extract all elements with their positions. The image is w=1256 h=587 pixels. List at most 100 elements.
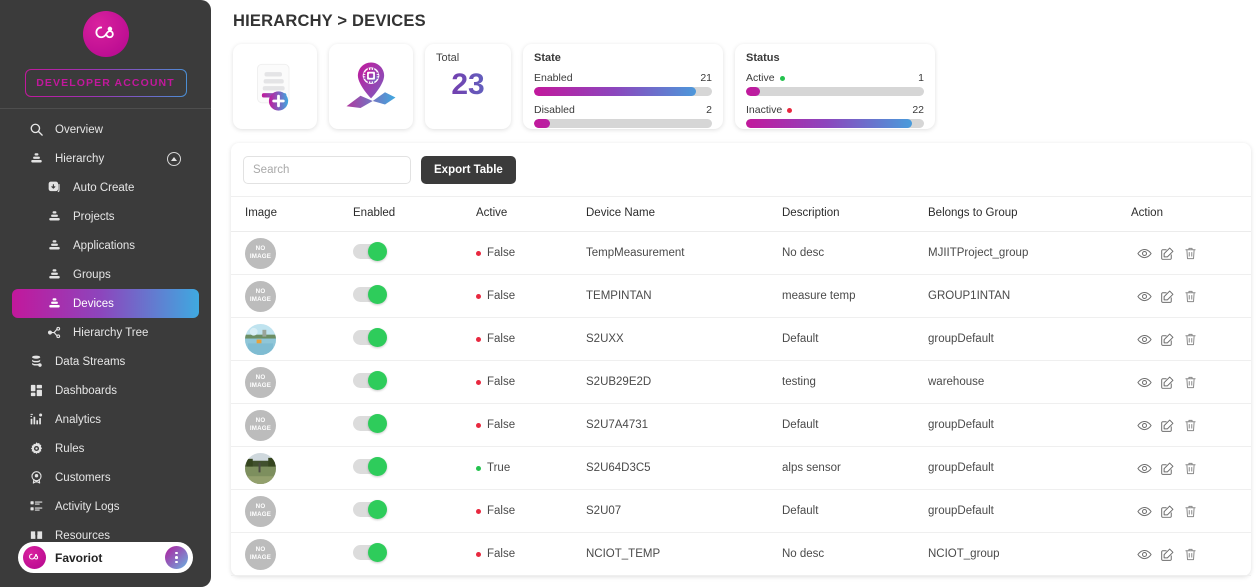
enabled-toggle[interactable] xyxy=(353,543,387,562)
cell-device-name: S2UXX xyxy=(586,317,782,361)
sidebar-item-activity-logs[interactable]: Activity Logs xyxy=(12,492,199,521)
trash-icon[interactable] xyxy=(1183,547,1198,562)
sidebar-item-overview[interactable]: Overview xyxy=(12,115,199,144)
cell-active: True xyxy=(476,446,586,490)
sidebar-item-projects[interactable]: Projects xyxy=(12,202,199,231)
edit-icon[interactable] xyxy=(1160,547,1175,562)
sidebar-item-dashboards[interactable]: Dashboards xyxy=(12,376,199,405)
cell-device-name: S2UB29E2D xyxy=(586,360,782,404)
sidebar-item-rules[interactable]: Rules xyxy=(12,434,199,463)
hierarchy-icon xyxy=(46,266,63,283)
cell-description: Default xyxy=(782,403,928,447)
active-status-dot xyxy=(476,293,481,299)
eye-icon[interactable] xyxy=(1137,418,1152,433)
edit-icon[interactable] xyxy=(1160,461,1175,476)
sidebar-item-applications[interactable]: Applications xyxy=(12,231,199,260)
status-active-fill xyxy=(746,87,761,96)
cell-image: NO IMAGE xyxy=(231,274,353,318)
cell-device-name: TempMeasurement xyxy=(586,231,782,275)
state-enabled-value: 21 xyxy=(700,72,712,84)
sidebar-item-label: Customers xyxy=(55,471,111,484)
status-card-title: Status xyxy=(746,52,780,64)
active-status-dot xyxy=(476,508,481,514)
add-device-card[interactable] xyxy=(233,44,317,129)
enabled-toggle[interactable] xyxy=(353,328,387,347)
sidebar-item-label: Analytics xyxy=(55,413,102,426)
gear-icon xyxy=(28,440,45,457)
status-row-active: Active 1 xyxy=(746,72,924,96)
enabled-toggle[interactable] xyxy=(353,371,387,390)
table-row: NO IMAGE False TempMeasurement No desc MJIITP… xyxy=(231,231,1251,275)
sidebar-item-auto-create[interactable]: Auto Create xyxy=(12,173,199,202)
edit-icon[interactable] xyxy=(1160,246,1175,261)
sidebar-item-label: Groups xyxy=(73,268,111,281)
cell-active: False xyxy=(476,360,586,404)
analytics-icon xyxy=(28,411,45,428)
cell-description: No desc xyxy=(782,532,928,576)
eye-icon[interactable] xyxy=(1137,504,1152,519)
sidebar-item-hierarchy-tree[interactable]: Hierarchy Tree xyxy=(12,318,199,347)
customers-icon xyxy=(28,469,45,486)
status-active-text: Active xyxy=(746,72,775,84)
cell-active: False xyxy=(476,489,586,533)
edit-icon[interactable] xyxy=(1160,418,1175,433)
enabled-toggle[interactable] xyxy=(353,285,387,304)
enabled-toggle[interactable] xyxy=(353,242,387,261)
enabled-toggle[interactable] xyxy=(353,414,387,433)
table-row: NO IMAGE False NCIOT_TEMP No desc NCIOT_group xyxy=(231,532,1251,576)
sidebar-item-hierarchy[interactable]: Hierarchy xyxy=(12,144,199,173)
chevron-up-icon[interactable] xyxy=(167,151,181,166)
trash-icon[interactable] xyxy=(1183,461,1198,476)
cell-device-name: TEMPINTAN xyxy=(586,274,782,318)
eye-icon[interactable] xyxy=(1137,375,1152,390)
map-pin-chip-icon xyxy=(346,62,396,108)
device-map-card[interactable] xyxy=(329,44,413,129)
eye-icon[interactable] xyxy=(1137,289,1152,304)
enabled-toggle[interactable] xyxy=(353,457,387,476)
trash-icon[interactable] xyxy=(1183,375,1198,390)
device-photo xyxy=(245,452,276,484)
active-value: False xyxy=(487,548,516,560)
user-profile-chip[interactable]: Favoriot xyxy=(18,542,193,573)
cell-device-name: S2U7A4731 xyxy=(586,403,782,447)
status-active-dot xyxy=(779,75,785,81)
developer-account-badge[interactable]: DEVELOPER ACCOUNT xyxy=(25,69,187,97)
cell-action xyxy=(1131,489,1251,533)
trash-icon[interactable] xyxy=(1183,289,1198,304)
cell-description: alps sensor xyxy=(782,446,928,490)
enabled-toggle[interactable] xyxy=(353,500,387,519)
status-inactive-fill xyxy=(746,119,912,128)
no-image-placeholder: NO IMAGE xyxy=(245,366,276,398)
eye-icon[interactable] xyxy=(1137,461,1152,476)
sidebar-item-devices[interactable]: Devices xyxy=(12,289,199,318)
sidebar-item-customers[interactable]: Customers xyxy=(12,463,199,492)
sidebar-item-data-streams[interactable]: Data Streams xyxy=(12,347,199,376)
edit-icon[interactable] xyxy=(1160,289,1175,304)
edit-icon[interactable] xyxy=(1160,504,1175,519)
state-disabled-value: 2 xyxy=(706,104,712,116)
active-status-dot xyxy=(476,551,481,557)
export-table-button[interactable]: Export Table xyxy=(421,156,516,184)
trash-icon[interactable] xyxy=(1183,332,1198,347)
eye-icon[interactable] xyxy=(1137,332,1152,347)
status-inactive-value: 22 xyxy=(912,104,924,116)
eye-icon[interactable] xyxy=(1137,246,1152,261)
trash-icon[interactable] xyxy=(1183,246,1198,261)
edit-icon[interactable] xyxy=(1160,332,1175,347)
sidebar-item-groups[interactable]: Groups xyxy=(12,260,199,289)
dots-vertical-icon[interactable] xyxy=(165,546,188,569)
edit-icon[interactable] xyxy=(1160,375,1175,390)
active-status-dot xyxy=(476,250,481,256)
table-row: NO IMAGE False TEMPINTAN measure temp GROUP1I… xyxy=(231,274,1251,318)
sidebar-item-analytics[interactable]: Analytics xyxy=(12,405,199,434)
active-value: False xyxy=(487,247,516,259)
eye-icon[interactable] xyxy=(1137,547,1152,562)
search-input[interactable] xyxy=(243,156,411,184)
total-devices-card: Total 23 xyxy=(425,44,511,129)
table-body: NO IMAGE False TempMeasurement No desc MJIITP… xyxy=(231,231,1251,576)
trash-icon[interactable] xyxy=(1183,504,1198,519)
cell-belongs-to-group: GROUP1INTAN xyxy=(928,274,1131,318)
cell-image: NO IMAGE xyxy=(231,231,353,275)
state-enabled-fill xyxy=(534,87,696,96)
trash-icon[interactable] xyxy=(1183,418,1198,433)
